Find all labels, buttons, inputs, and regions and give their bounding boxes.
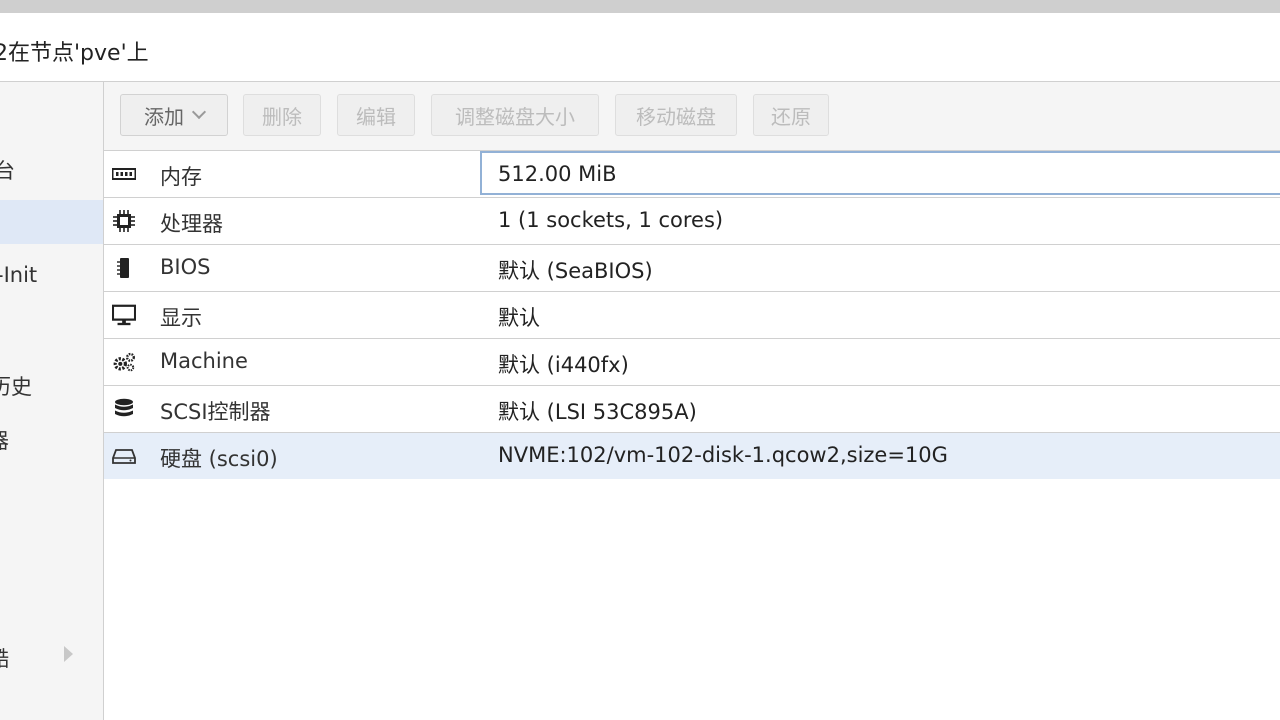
sidebar-item-label: -Init bbox=[0, 263, 38, 287]
row-key: BIOS bbox=[160, 255, 211, 279]
database-icon bbox=[112, 398, 136, 420]
resize-disk-button[interactable]: 调整磁盘大小 bbox=[431, 94, 599, 136]
sidebar-item-monitor[interactable]: 器 bbox=[0, 416, 103, 460]
edit-button-label: 编辑 bbox=[356, 104, 396, 129]
delete-button-label: 删除 bbox=[262, 104, 302, 129]
resize-disk-button-label: 调整磁盘大小 bbox=[455, 104, 575, 129]
row-value: 默认 bbox=[498, 306, 540, 330]
sidebar-item-hardware[interactable] bbox=[0, 200, 103, 244]
row-value: 默认 (SeaBIOS) bbox=[498, 259, 653, 283]
toolbar: 添加 删除 编辑 调整磁盘大小 移动磁盘 还原 bbox=[104, 82, 1280, 151]
delete-button[interactable]: 删除 bbox=[243, 94, 321, 136]
table-row[interactable]: 显示 默认 bbox=[104, 292, 1280, 339]
expand-arrow-icon[interactable] bbox=[64, 646, 73, 662]
sidebar-item-label: 酷 bbox=[0, 643, 9, 673]
table-row[interactable]: 处理器 1 (1 sockets, 1 cores) bbox=[104, 198, 1280, 245]
revert-button[interactable]: 还原 bbox=[753, 94, 829, 136]
row-value-cell-focused[interactable]: 512.00 MiB bbox=[480, 151, 1280, 195]
sidebar-item-backup[interactable]: 酷 bbox=[0, 634, 103, 678]
table-row[interactable]: BIOS 默认 (SeaBIOS) bbox=[104, 245, 1280, 292]
row-key: 显示 bbox=[160, 306, 202, 330]
move-disk-button[interactable]: 移动磁盘 bbox=[615, 94, 737, 136]
title-bar: 2在节点'pve'上 bbox=[0, 13, 1280, 82]
move-disk-button-label: 移动磁盘 bbox=[636, 104, 716, 129]
sidebar: 台 -Init 历史 器 酷 bbox=[0, 82, 104, 720]
revert-button-label: 还原 bbox=[771, 104, 811, 129]
sidebar-item-cloud-init[interactable]: -Init bbox=[0, 254, 103, 298]
add-button-label: 添加 bbox=[144, 104, 184, 129]
window-top-strip bbox=[0, 0, 1280, 13]
sidebar-item-task-history[interactable]: 历史 bbox=[0, 362, 103, 406]
table-row-selected[interactable]: 硬盘 (scsi0) NVME:102/vm-102-disk-1.qcow2,… bbox=[104, 433, 1280, 479]
sidebar-item-label: 历史 bbox=[0, 375, 32, 399]
row-value: 512.00 MiB bbox=[498, 162, 617, 186]
table-row[interactable]: 内存 512.00 MiB bbox=[104, 151, 1280, 198]
row-key: 处理器 bbox=[160, 212, 223, 236]
table-row[interactable]: SCSI控制器 默认 (LSI 53C895A) bbox=[104, 386, 1280, 433]
table-row[interactable]: Machine 默认 (i440fx) bbox=[104, 339, 1280, 386]
chevron-down-icon bbox=[191, 104, 207, 120]
row-value: 1 (1 sockets, 1 cores) bbox=[498, 208, 724, 232]
bios-chip-icon bbox=[112, 257, 136, 279]
sidebar-item-label: 器 bbox=[0, 425, 9, 455]
window-title: 2在节点'pve'上 bbox=[0, 41, 149, 66]
row-value: 默认 (LSI 53C895A) bbox=[498, 400, 697, 424]
hard-disk-icon bbox=[112, 445, 136, 467]
edit-button[interactable]: 编辑 bbox=[337, 94, 415, 136]
cpu-icon bbox=[112, 210, 136, 232]
memory-icon bbox=[112, 163, 136, 185]
sidebar-item-console[interactable]: 台 bbox=[0, 146, 103, 190]
row-value: NVME:102/vm-102-disk-1.qcow2,size=10G bbox=[498, 443, 948, 467]
row-key: 硬盘 (scsi0) bbox=[160, 447, 278, 471]
monitor-icon bbox=[112, 304, 136, 326]
add-button[interactable]: 添加 bbox=[120, 94, 228, 136]
row-key: SCSI控制器 bbox=[160, 400, 271, 424]
hardware-grid: 内存 512.00 MiB 处理器 1 (1 sockets, 1 cores)… bbox=[104, 151, 1280, 479]
gears-icon bbox=[112, 351, 136, 373]
sidebar-item-label: 台 bbox=[0, 159, 15, 183]
row-key: Machine bbox=[160, 349, 248, 373]
row-value: 默认 (i440fx) bbox=[498, 353, 629, 377]
row-key: 内存 bbox=[160, 165, 202, 189]
